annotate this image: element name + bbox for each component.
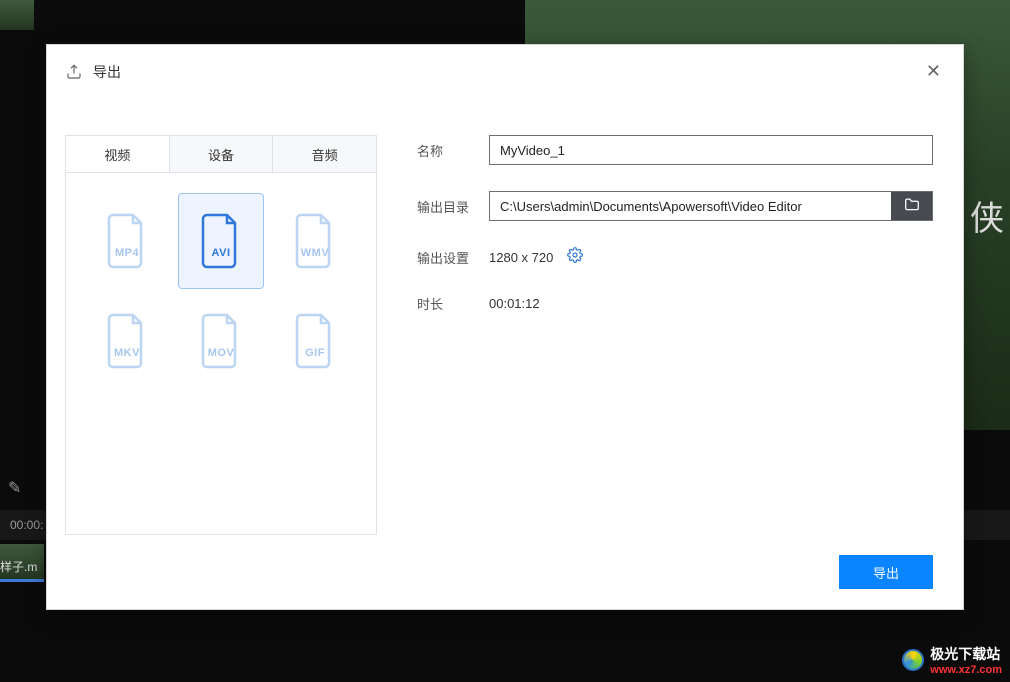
folder-icon [903, 197, 921, 216]
library-thumbnail [0, 0, 34, 30]
preview-overlay-text: 侠 [970, 191, 1004, 240]
export-settings: 名称 输出目录 输出设置 1280 x 720 [377, 135, 933, 535]
branding: 极光下载站 www.xz7.com [902, 644, 1002, 676]
format-label: MP4 [103, 247, 151, 259]
dialog-header: 导出 ✕ [47, 45, 963, 99]
duration-value: 00:01:12 [489, 296, 540, 311]
format-label: MKV [103, 347, 151, 359]
tab-row: 视频 设备 音频 [66, 136, 376, 173]
brand-url: www.xz7.com [930, 664, 1002, 676]
tab-device[interactable]: 设备 [170, 136, 274, 172]
output-settings-value: 1280 x 720 [489, 250, 553, 265]
format-wmv[interactable]: WMV [272, 193, 358, 289]
gear-icon [567, 247, 583, 268]
format-label: MOV [197, 347, 245, 359]
export-dialog: 导出 ✕ 视频 设备 音频 MP4 AVI [46, 44, 964, 610]
format-grid: MP4 AVI WMV [66, 173, 376, 534]
export-button[interactable]: 导出 [839, 555, 933, 589]
format-mp4[interactable]: MP4 [84, 193, 170, 289]
format-label: WMV [291, 247, 339, 259]
pencil-icon[interactable]: ✎ [8, 478, 21, 498]
output-settings-label: 输出设置 [417, 248, 489, 267]
format-gif[interactable]: GIF [272, 293, 358, 389]
brand-logo-icon [902, 649, 924, 671]
dialog-title: 导出 [93, 62, 121, 82]
format-label: GIF [291, 347, 339, 359]
tab-video[interactable]: 视频 [66, 136, 170, 172]
output-dir-label: 输出目录 [417, 197, 489, 216]
browse-button[interactable] [891, 191, 933, 221]
output-dir-input[interactable] [489, 191, 891, 221]
timeline-time: 00:00: [10, 518, 43, 532]
clip-label: 样子.m [0, 558, 37, 575]
brand-title: 极光下载站 [930, 644, 1002, 664]
duration-label: 时长 [417, 294, 489, 313]
name-label: 名称 [417, 141, 489, 160]
tab-audio[interactable]: 音频 [273, 136, 376, 172]
timeline-selection [0, 579, 44, 582]
format-avi[interactable]: AVI [178, 193, 264, 289]
format-label: AVI [197, 247, 245, 259]
format-mkv[interactable]: MKV [84, 293, 170, 389]
format-mov[interactable]: MOV [178, 293, 264, 389]
format-panel: 视频 设备 音频 MP4 AVI [65, 135, 377, 535]
close-button[interactable]: ✕ [922, 57, 945, 86]
settings-button[interactable] [567, 247, 583, 268]
export-icon [65, 63, 83, 81]
name-input[interactable] [489, 135, 933, 165]
